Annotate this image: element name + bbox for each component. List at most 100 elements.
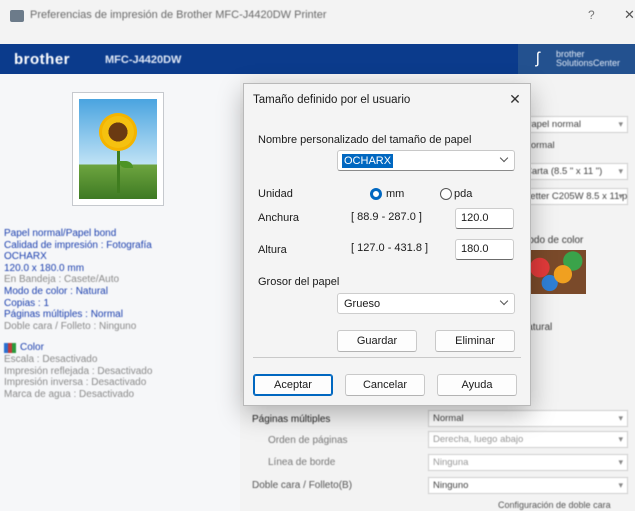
unit-mm-label: mm: [386, 188, 405, 200]
chevron-down-icon: ▾: [618, 457, 623, 467]
page-order-select[interactable]: Derecha, luego abajo ▾: [428, 431, 628, 448]
sunflower-image: [79, 99, 157, 199]
summary-line: Escala : Desactivado: [4, 354, 236, 366]
printer-icon: [10, 10, 24, 22]
height-range: [ 127.0 - 431.8 ]: [351, 242, 429, 254]
window-title: Preferencias de impresión de Brother MFC…: [30, 9, 327, 21]
thickness-value: Grueso: [344, 298, 381, 310]
multiple-pages-select[interactable]: Normal ▾: [428, 410, 628, 427]
multiple-pages-value: Normal: [433, 413, 464, 424]
unit-mm-radio[interactable]: [370, 188, 382, 200]
summary-text: Marca de agua : Desactivado: [4, 388, 135, 400]
ok-button[interactable]: Aceptar: [253, 374, 333, 396]
width-input[interactable]: 120.0: [455, 208, 514, 229]
duplex-value: Ninguno: [433, 480, 469, 491]
chevron-down-icon: ▾: [618, 166, 623, 176]
page-preview: [72, 92, 164, 206]
summary-text: Color: [20, 342, 44, 354]
unit-inch-label: pda: [454, 188, 473, 200]
summary-text: Páginas múltiples : Normal: [4, 309, 123, 321]
sunflower-leaf: [119, 161, 133, 168]
summary-text: Calidad de impresión : Fotografía: [4, 239, 152, 251]
summary-line: Modo de color : Natural: [4, 286, 236, 298]
unit-inch-radio[interactable]: [440, 188, 452, 200]
help-button[interactable]: Ayuda: [437, 374, 517, 396]
chevron-down-icon[interactable]: [500, 154, 508, 162]
window-close-icon[interactable]: ✕: [624, 7, 635, 23]
paper-format-select[interactable]: Letter C205W 8.5 x 11 pulg.▾: [520, 188, 628, 205]
summary-text: Escala : Desactivado: [4, 353, 98, 365]
brother-logo: brother: [14, 51, 70, 68]
summary-gap: [4, 332, 236, 342]
border-line-label: Línea de borde: [268, 457, 336, 468]
summary-text: Impresión inversa : Desactivado: [4, 377, 147, 389]
summary-line: Doble cara / Folleto : Ninguno: [4, 321, 236, 333]
summary-text: Copias : 1: [4, 297, 50, 309]
chevron-down-icon: ▾: [618, 119, 623, 129]
chevron-down-icon: ▾: [618, 413, 623, 423]
summary-line: Impresión inversa : Desactivado: [4, 377, 236, 389]
quality-value: Normal: [524, 140, 555, 151]
summary-text: Papel normal/Papel bond: [4, 228, 117, 239]
border-line-value: Ninguna: [433, 457, 469, 468]
duplex-settings-button[interactable]: Configuración de doble cara: [498, 500, 611, 510]
media-type-value: Papel normal: [525, 119, 581, 130]
height-input[interactable]: 180.0: [455, 239, 514, 260]
width-label: Anchura: [258, 212, 299, 224]
custom-paper-size-dialog: Tamaño definido por el usuario ✕ Nombre …: [243, 83, 531, 406]
paper-size-value: Carta (8.5 " x 11 "): [525, 166, 603, 177]
divider: [253, 357, 521, 358]
cancel-button[interactable]: Cancelar: [345, 374, 425, 396]
duplex-select[interactable]: Ninguno ▾: [428, 477, 628, 494]
border-line-select[interactable]: Ninguna ▾: [428, 454, 628, 471]
summary-line: Calidad de impresión : Fotografía: [4, 240, 236, 252]
chevron-down-icon: [500, 297, 508, 305]
summary-line: 120.0 x 180.0 mm: [4, 263, 236, 275]
color-icon: [4, 342, 16, 353]
dialog-title: Tamaño definido por el usuario: [253, 94, 411, 106]
title-bar: Preferencias de impresión de Brother MFC…: [0, 0, 635, 32]
summary-line: Marca de agua : Desactivado: [4, 389, 236, 401]
thickness-select[interactable]: Grueso: [337, 293, 515, 314]
page-order-label: Orden de páginas: [268, 435, 348, 446]
multiple-pages-label: Páginas múltiples: [252, 414, 331, 425]
chevron-down-icon: ▾: [618, 191, 623, 201]
media-type-select[interactable]: Papel normal ▾: [520, 116, 628, 133]
summary-text: OCHARX: [4, 251, 47, 263]
duplex-label: Doble cara / Folleto(B): [252, 480, 353, 491]
summary-text: 120.0 x 180.0 mm: [4, 262, 85, 274]
custom-name-combobox[interactable]: OCHARX: [337, 150, 515, 171]
chevron-down-icon: ▾: [618, 434, 623, 444]
page-order-value: Derecha, luego abajo: [433, 434, 524, 445]
summary-text: Modo de color : Natural: [4, 285, 108, 297]
sunflower-head: [99, 113, 137, 151]
summary-line: Impresión reflejada : Desactivado: [4, 366, 236, 378]
summary-line: En Bandeja : Casete/Auto: [4, 274, 236, 286]
delete-button[interactable]: Eliminar: [435, 330, 515, 352]
summary-line: Páginas múltiples : Normal: [4, 309, 236, 321]
thickness-label: Grosor del papel: [258, 276, 340, 288]
save-button[interactable]: Guardar: [337, 330, 417, 352]
summary-text: En Bandeja : Casete/Auto: [4, 274, 120, 286]
paper-format-value: Letter C205W 8.5 x 11 pulg.: [525, 191, 628, 202]
sunflower-stem: [117, 149, 120, 193]
summary-line: Papel normal/Papel bond: [4, 228, 236, 240]
paper-size-select[interactable]: Carta (8.5 " x 11 ") ▾: [520, 163, 628, 180]
height-label: Altura: [258, 244, 287, 256]
solutions-center-label: brother SolutionsCenter: [556, 50, 620, 68]
width-range: [ 88.9 - 287.0 ]: [351, 211, 422, 223]
summary-text: Impresión reflejada : Desactivado: [4, 365, 153, 377]
unit-label: Unidad: [258, 188, 293, 200]
solutions-center-icon: ʃ: [536, 50, 540, 67]
help-icon[interactable]: ?: [588, 8, 595, 22]
solutions-center-line2: SolutionsCenter: [556, 58, 621, 68]
custom-name-label: Nombre personalizado del tamaño de papel: [258, 134, 472, 146]
printer-model: MFC-J4420DW: [105, 54, 182, 66]
summary-line: Copias : 1: [4, 298, 236, 310]
settings-summary: Papel normal/Papel bond Calidad de impres…: [4, 228, 236, 400]
chevron-down-icon: ▾: [618, 480, 623, 490]
summary-line: Color: [4, 342, 236, 354]
summary-line: OCHARX: [4, 251, 236, 263]
close-icon[interactable]: ✕: [506, 90, 524, 108]
summary-text: Doble cara / Folleto : Ninguno: [4, 320, 137, 332]
